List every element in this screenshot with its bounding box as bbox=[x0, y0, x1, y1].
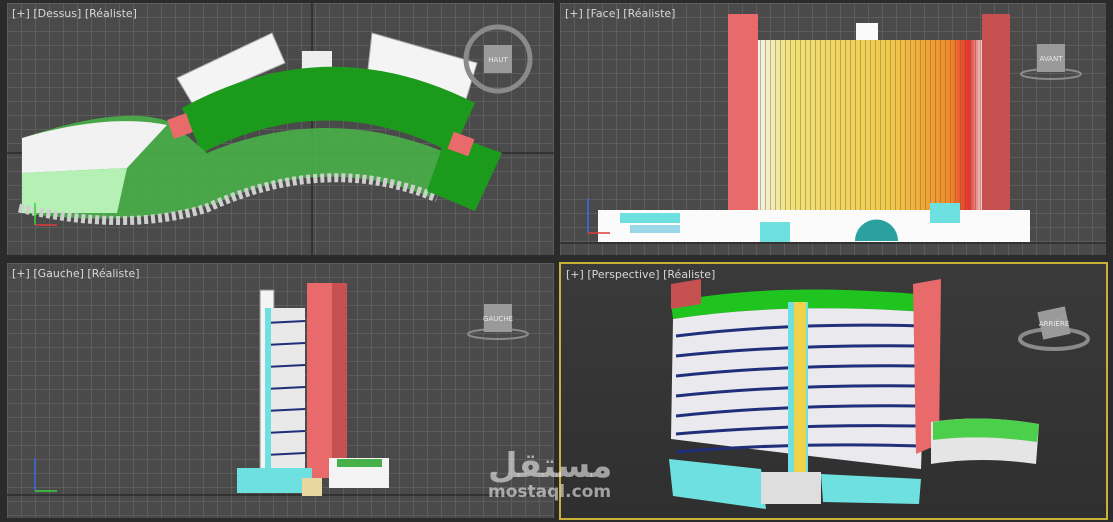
viewport-top-label: [+] [Dessus] [Réaliste] bbox=[12, 7, 137, 20]
viewport-top-menu[interactable]: [+] bbox=[12, 7, 30, 20]
viewport-top-name[interactable]: [Dessus] bbox=[33, 7, 81, 20]
viewport-perspective-menu[interactable]: [+] bbox=[566, 268, 584, 281]
left-cube-label: GAUCHE bbox=[483, 315, 513, 323]
viewport-perspective[interactable]: [+] [Perspective] [Réaliste] ARRIÈRE bbox=[559, 262, 1108, 520]
viewport-front-shading[interactable]: [Réaliste] bbox=[623, 7, 675, 20]
viewport-front-label: [+] [Face] [Réaliste] bbox=[565, 7, 675, 20]
viewport-top[interactable]: [+] [Dessus] [Réaliste] HAUT bbox=[7, 3, 554, 255]
top-cube-label: HAUT bbox=[488, 56, 508, 64]
viewport-perspective-name[interactable]: [Perspective] bbox=[587, 268, 659, 281]
watermark-arabic: مستقل bbox=[488, 446, 613, 486]
viewport-front-menu[interactable]: [+] bbox=[565, 7, 583, 20]
viewport-front[interactable]: [+] [Face] [Réaliste] AVANT bbox=[560, 3, 1106, 255]
viewport-left-label: [+] [Gauche] [Réaliste] bbox=[12, 267, 140, 280]
viewport-left-shading[interactable]: [Réaliste] bbox=[87, 267, 139, 280]
viewport-left-name[interactable]: [Gauche] bbox=[33, 267, 84, 280]
viewport-perspective-label: [+] [Perspective] [Réaliste] bbox=[566, 268, 715, 281]
viewport-front-name[interactable]: [Face] bbox=[586, 7, 619, 20]
viewport-perspective-shading[interactable]: [Réaliste] bbox=[663, 268, 715, 281]
mostaql-watermark: مستقل mostaql.com bbox=[488, 446, 612, 502]
front-cube-label: AVANT bbox=[1040, 55, 1064, 63]
viewport-top-shading[interactable]: [Réaliste] bbox=[85, 7, 137, 20]
viewport-left-menu[interactable]: [+] bbox=[12, 267, 30, 280]
viewport-left[interactable]: [+] [Gauche] [Réaliste] GAUCHE bbox=[7, 263, 554, 518]
watermark-latin: mostaql.com bbox=[488, 482, 612, 502]
perspective-cube-label: ARRIÈRE bbox=[1039, 319, 1069, 328]
